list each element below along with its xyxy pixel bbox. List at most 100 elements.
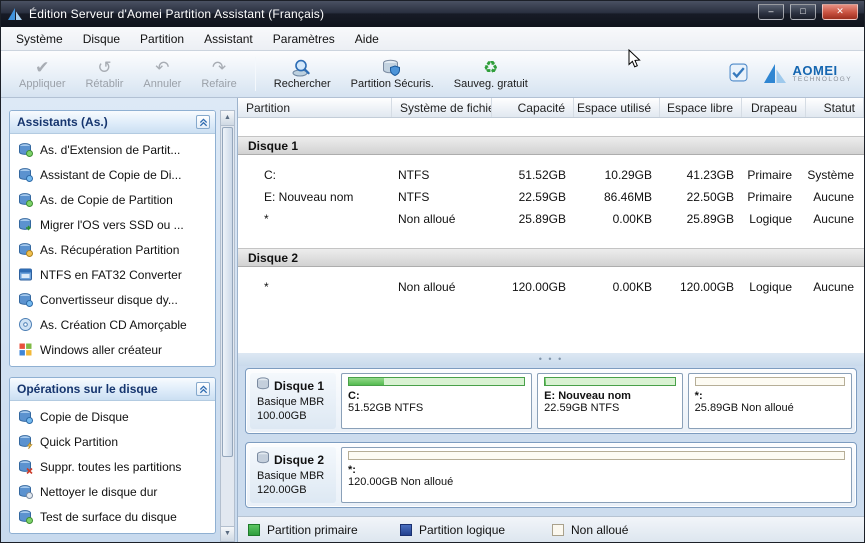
- column-used-space[interactable]: Espace utilisé: [574, 98, 660, 117]
- toolbar: ✔ Appliquer ↺ Rétablir ↶ Annuler Refaire…: [1, 51, 864, 98]
- partition-block-unallocated-1[interactable]: *: 25.89GB Non alloué: [687, 373, 852, 429]
- column-status[interactable]: Statut: [806, 98, 864, 117]
- sidebar-item-disk-surface-test[interactable]: Test de surface du disque: [10, 504, 215, 529]
- legend-unallocated: Non alloué: [552, 523, 704, 537]
- column-filesystem[interactable]: Système de fichier: [392, 98, 492, 117]
- scrollbar-thumb[interactable]: [222, 127, 233, 457]
- panel-disk-operations-header[interactable]: Opérations sur le disque: [10, 378, 215, 401]
- titlebar: Édition Serveur d'Aomei Partition Assist…: [1, 1, 864, 27]
- scroll-up-icon[interactable]: ▲: [221, 111, 234, 126]
- disk-panel-1: Disque 1 Basique MBR 100.00GB C: 51.52GB…: [245, 368, 857, 434]
- column-flag[interactable]: Drapeau: [742, 98, 806, 117]
- splitter-handle[interactable]: • • •: [238, 353, 864, 366]
- partition-row-e[interactable]: E: Nouveau nom NTFS 22.59GB 86.46MB 22.5…: [238, 186, 864, 208]
- disk-copy-icon: [18, 409, 33, 424]
- partition-block-e[interactable]: E: Nouveau nom 22.59GB NTFS: [537, 373, 683, 429]
- legend-logical-swatch: [400, 523, 412, 536]
- partition-row-c[interactable]: C: NTFS 51.52GB 10.29GB 41.23GB Primaire…: [238, 164, 864, 186]
- menu-disque[interactable]: Disque: [74, 29, 129, 49]
- sidebar-item-wipe-hard-drive[interactable]: Nettoyer le disque dur: [10, 479, 215, 504]
- undo-icon: ↶: [155, 57, 170, 77]
- redo-button[interactable]: Refaire ↷ Refaire: [191, 53, 246, 95]
- menu-systeme[interactable]: Système: [7, 29, 72, 49]
- scroll-down-icon[interactable]: ▼: [221, 526, 234, 541]
- sidebar-item-quick-partition[interactable]: Quick Partition: [10, 429, 215, 454]
- sidebar-item-ntfs-to-fat32-converter[interactable]: NTFS en FAT32 Converter: [10, 262, 215, 287]
- disk-group-header-2[interactable]: Disque 2: [238, 248, 864, 267]
- menu-aide[interactable]: Aide: [346, 29, 388, 49]
- panel-disk-operations: Opérations sur le disque Copie de Disque: [9, 377, 216, 534]
- collapse-icon[interactable]: [196, 115, 210, 129]
- disk-2-type: Basique MBR: [257, 470, 325, 482]
- converter-icon: [18, 292, 33, 307]
- sidebar-item-partition-recovery-wizard[interactable]: As. Récupération Partition: [10, 237, 215, 262]
- sidebar-item-dynamic-disk-converter[interactable]: Convertisseur disque dy...: [10, 287, 215, 312]
- sidebar-scrollbar[interactable]: ▲ ▼: [220, 110, 235, 542]
- minimize-button[interactable]: –: [758, 4, 784, 20]
- maximize-button[interactable]: □: [790, 4, 816, 20]
- sidebar-item-windows-to-go-creator[interactable]: Windows aller créateur: [10, 337, 215, 362]
- menu-parametres[interactable]: Paramètres: [264, 29, 344, 49]
- menubar: Système Disque Partition Assistant Param…: [1, 27, 864, 51]
- column-partition[interactable]: Partition: [238, 98, 392, 117]
- feedback-checkbox-icon[interactable]: [729, 63, 748, 85]
- free-backup-button[interactable]: ♻ Sauveg. gratuit: [444, 53, 538, 95]
- search-icon: [292, 58, 312, 77]
- partition-row-unallocated-1[interactable]: * Non alloué 25.89GB 0.00KB 25.89GB Logi…: [238, 208, 864, 230]
- aomei-logo-icon: [764, 64, 787, 83]
- apply-check-icon: ✔: [35, 57, 50, 77]
- redo-label: Refaire: [201, 77, 237, 90]
- disk-2-info[interactable]: Disque 2 Basique MBR 120.00GB: [250, 447, 336, 503]
- partition-block-c[interactable]: C: 51.52GB NTFS: [341, 373, 533, 429]
- menu-assistant[interactable]: Assistant: [195, 29, 262, 49]
- column-free-space[interactable]: Espace libre: [660, 98, 742, 117]
- panel-wizards-header[interactable]: Assistants (As.): [10, 111, 215, 134]
- window-title: Édition Serveur d'Aomei Partition Assist…: [29, 7, 325, 21]
- disk-2-size: 120.00GB: [257, 484, 307, 496]
- partition-block-unallocated-2[interactable]: *: 120.00GB Non alloué: [341, 447, 852, 503]
- undo-button[interactable]: ↶ Annuler: [133, 53, 191, 95]
- column-capacity[interactable]: Capacité: [492, 98, 574, 117]
- sidebar-item-disk-copy[interactable]: Copie de Disque: [10, 404, 215, 429]
- disk-group-header-1[interactable]: Disque 1: [238, 136, 864, 155]
- sidebar-item-partition-copy-wizard[interactable]: As. de Copie de Partition: [10, 187, 215, 212]
- surface-test-icon: [18, 509, 33, 524]
- disk-icon: [256, 451, 270, 468]
- usage-bar: [544, 377, 676, 386]
- close-button[interactable]: ✕: [822, 4, 858, 20]
- apply-button[interactable]: ✔ Appliquer: [9, 53, 75, 95]
- sidebar-item-delete-all-partitions[interactable]: Suppr. toutes les partitions: [10, 454, 215, 479]
- windows-icon: [18, 342, 33, 357]
- secure-partition-button[interactable]: Partition Sécuris.: [341, 53, 444, 95]
- delete-icon: [18, 459, 33, 474]
- disk-panel-2: Disque 2 Basique MBR 120.00GB *: 120.00G…: [245, 442, 857, 508]
- usage-bar: [694, 377, 845, 386]
- brand-tagline: TECHNOLOGY: [792, 76, 852, 84]
- panel-wizards: Assistants (As.) As. d'Extension de Part…: [9, 110, 216, 367]
- wipe-icon: [18, 484, 33, 499]
- sidebar-item-migrate-os-to-ssd[interactable]: Migrer l'OS vers SSD ou ...: [10, 212, 215, 237]
- rescan-label: Rechercher: [273, 78, 331, 90]
- menu-partition[interactable]: Partition: [131, 29, 193, 49]
- sidebar-item-bootable-cd-wizard[interactable]: As. Création CD Amorçable: [10, 312, 215, 337]
- app-window: Édition Serveur d'Aomei Partition Assist…: [0, 0, 865, 543]
- collapse-icon[interactable]: [196, 382, 210, 396]
- discard-button[interactable]: ↺ Rétablir: [75, 53, 133, 95]
- rescan-button[interactable]: Rechercher: [264, 53, 341, 95]
- toolbar-separator: [254, 57, 256, 91]
- splitter-dots-icon: • • •: [538, 354, 564, 364]
- sidebar-item-extend-partition-wizard[interactable]: As. d'Extension de Partit...: [10, 137, 215, 162]
- partition-row-unallocated-2[interactable]: * Non alloué 120.00GB 0.00KB 120.00GB Lo…: [238, 276, 864, 298]
- table-header: Partition Système de fichier Capacité Es…: [238, 98, 864, 118]
- usage-bar: [348, 377, 526, 386]
- discard-label: Rétablir: [85, 77, 124, 90]
- disk-1-info[interactable]: Disque 1 Basique MBR 100.00GB: [250, 373, 336, 429]
- panel-disk-operations-title: Opérations sur le disque: [17, 382, 158, 396]
- migrate-icon: [18, 217, 33, 232]
- secure-partition-label: Partition Sécuris.: [350, 78, 434, 90]
- legend-logical: Partition logique: [400, 523, 552, 537]
- legend-unallocated-swatch: [552, 523, 564, 536]
- sidebar-item-disk-copy-wizard[interactable]: Assistant de Copie de Di...: [10, 162, 215, 187]
- disk-map: Disque 1 Basique MBR 100.00GB C: 51.52GB…: [238, 366, 864, 516]
- disk-1-type: Basique MBR: [257, 396, 325, 408]
